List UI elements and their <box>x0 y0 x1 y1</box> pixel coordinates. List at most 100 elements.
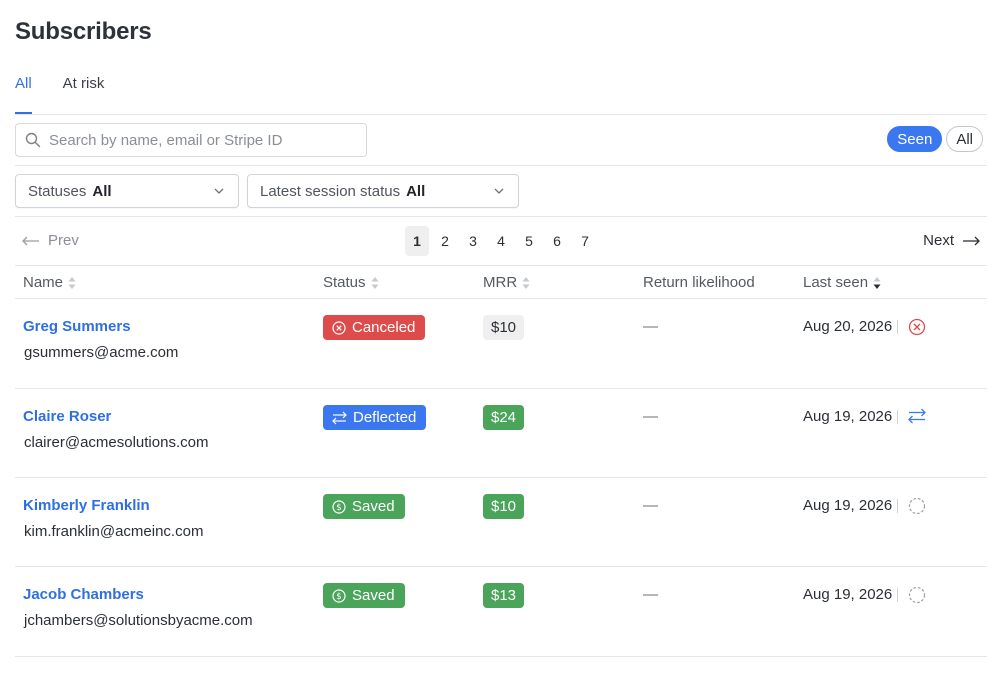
page-3-button[interactable]: 3 <box>461 226 485 256</box>
column-header-status[interactable]: Status <box>323 274 379 291</box>
svg-text:$: $ <box>336 503 341 513</box>
separator <box>897 320 898 334</box>
column-label: Last seen <box>803 274 869 291</box>
status-badge: $ Saved <box>323 583 405 608</box>
dashed-circle-icon <box>908 497 926 515</box>
page-6-button[interactable]: 6 <box>545 226 569 256</box>
page-5-button[interactable]: 5 <box>517 226 541 256</box>
prev-page-button[interactable]: Prev <box>22 232 79 249</box>
column-label: Name <box>23 274 64 291</box>
tab-bar: All At risk <box>15 62 135 114</box>
separator <box>897 499 898 513</box>
divider <box>15 656 987 657</box>
mrr-chip: $10 <box>483 315 525 340</box>
return-likelihood: — <box>643 318 658 335</box>
chevron-down-icon <box>214 188 224 194</box>
svg-text:$: $ <box>336 592 341 602</box>
table-row: Claire Roser clairer@acmesolutions.com D… <box>15 389 987 478</box>
prev-label: Prev <box>48 232 79 249</box>
seen-toggle-button[interactable]: Seen <box>887 126 943 152</box>
row-action-button[interactable] <box>908 318 926 341</box>
dollar-circle-icon: $ <box>332 499 346 514</box>
page-2-button[interactable]: 2 <box>433 226 457 256</box>
x-circle-icon <box>908 318 926 336</box>
status-label: Deflected <box>353 409 417 426</box>
next-label: Next <box>923 232 954 249</box>
status-badge: Deflected <box>323 405 427 430</box>
page-7-button[interactable]: 7 <box>573 226 597 256</box>
filter-label: Latest session status <box>260 182 401 200</box>
next-page-button[interactable]: Next <box>923 232 980 249</box>
swap-arrows-icon <box>332 411 347 424</box>
status-label: Canceled <box>352 319 416 336</box>
last-seen-date: Aug 19, 2026 <box>803 586 893 603</box>
subscriber-email: clairer@acmesolutions.com <box>24 434 209 451</box>
filter-label: Statuses <box>28 182 87 200</box>
last-seen-date: Aug 19, 2026 <box>803 497 893 514</box>
filter-value: All <box>406 182 426 200</box>
page-1-button[interactable]: 1 <box>405 226 429 256</box>
session-status-filter-dropdown[interactable]: Latest session status All <box>247 174 519 208</box>
search-input[interactable] <box>49 131 349 149</box>
seen-toggle-group: Seen All <box>887 126 983 152</box>
table-row: Kimberly Franklin kim.franklin@acmeinc.c… <box>15 478 987 567</box>
mrr-chip: $10 <box>483 494 525 519</box>
divider <box>15 165 987 166</box>
column-label: Status <box>323 274 366 291</box>
subscriber-name-link[interactable]: Claire Roser <box>23 408 111 425</box>
tab-all[interactable]: All <box>15 62 32 114</box>
chevron-down-icon <box>494 188 504 194</box>
divider <box>15 216 987 217</box>
sort-icon <box>68 276 76 289</box>
separator <box>897 410 898 424</box>
subscriber-email: gsummers@acme.com <box>24 344 179 361</box>
return-likelihood: — <box>643 408 658 425</box>
page-title: Subscribers <box>15 18 152 45</box>
sort-icon <box>522 276 530 289</box>
subscriber-name-link[interactable]: Jacob Chambers <box>23 586 144 603</box>
sort-icon <box>371 276 379 289</box>
all-toggle-button[interactable]: All <box>946 126 983 152</box>
dollar-circle-icon: $ <box>332 588 346 603</box>
column-header-return-likelihood: Return likelihood <box>643 274 755 291</box>
column-label: Return likelihood <box>643 274 755 291</box>
column-label: MRR <box>483 274 518 291</box>
status-label: Saved <box>352 587 395 604</box>
column-header-mrr[interactable]: MRR <box>483 274 530 291</box>
filter-value: All <box>92 182 112 200</box>
status-label: Saved <box>352 498 395 515</box>
page-numbers: 1 2 3 4 5 6 7 <box>405 226 601 256</box>
return-likelihood: — <box>643 497 658 514</box>
sort-desc-icon <box>873 276 881 289</box>
mrr-chip: $24 <box>483 405 525 430</box>
search-icon <box>25 132 41 148</box>
table-row: Jacob Chambers jchambers@solutionsbyacme… <box>15 567 987 656</box>
return-likelihood: — <box>643 586 658 603</box>
divider <box>15 265 987 266</box>
search-box[interactable] <box>15 123 367 157</box>
swap-arrows-icon <box>908 408 926 424</box>
subscriber-email: jchambers@solutionsbyacme.com <box>24 612 253 629</box>
mrr-chip: $13 <box>483 583 525 608</box>
column-header-name[interactable]: Name <box>23 274 76 291</box>
subscriber-email: kim.franklin@acmeinc.com <box>24 523 204 540</box>
subscriber-name-link[interactable]: Greg Summers <box>23 318 131 335</box>
table-row: Greg Summers gsummers@acme.com Canceled … <box>15 299 987 388</box>
page-4-button[interactable]: 4 <box>489 226 513 256</box>
divider <box>15 114 987 115</box>
subscriber-name-link[interactable]: Kimberly Franklin <box>23 497 150 514</box>
arrow-right-icon <box>963 236 980 245</box>
row-action-button[interactable] <box>908 497 926 520</box>
arrow-left-icon <box>22 236 39 245</box>
x-circle-icon <box>332 320 346 335</box>
column-header-last-seen[interactable]: Last seen <box>803 274 881 291</box>
statuses-filter-dropdown[interactable]: Statuses All <box>15 174 239 208</box>
dashed-circle-icon <box>908 586 926 604</box>
row-action-button[interactable] <box>908 408 926 429</box>
status-badge: Canceled <box>323 315 426 340</box>
tab-at-risk[interactable]: At risk <box>63 62 105 114</box>
row-action-button[interactable] <box>908 586 926 609</box>
status-badge: $ Saved <box>323 494 405 519</box>
last-seen-date: Aug 20, 2026 <box>803 318 893 335</box>
separator <box>897 588 898 602</box>
